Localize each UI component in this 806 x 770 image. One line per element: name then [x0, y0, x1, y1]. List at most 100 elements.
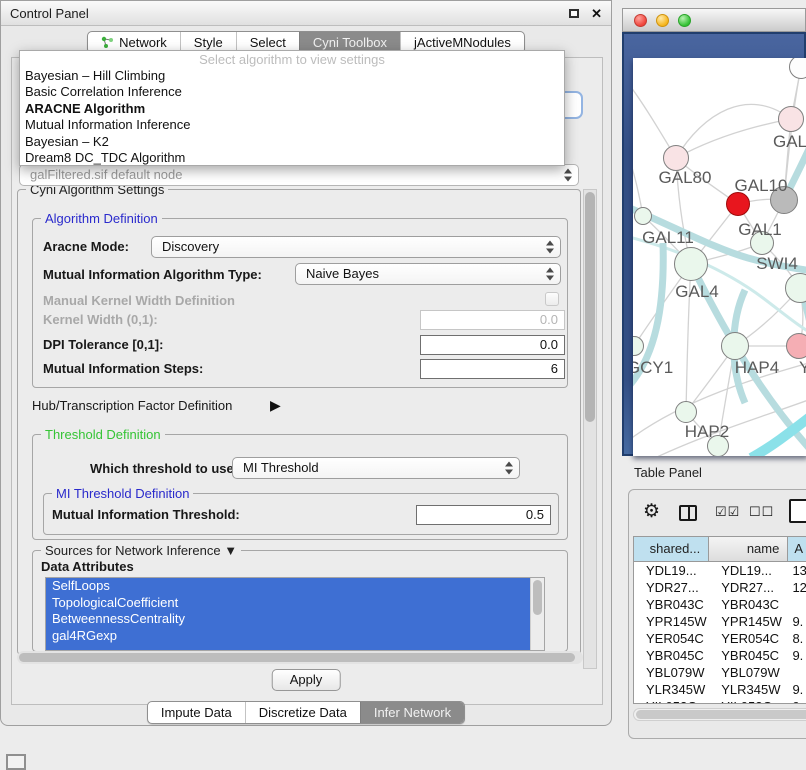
dropdown-item-dream8[interactable]: Dream8 DC_TDC Algorithm — [20, 150, 564, 166]
sources-disclosure-icon[interactable]: ▼ — [224, 543, 237, 558]
table-row[interactable]: YIL052CYIL052C9. — [634, 698, 806, 704]
unselect-all-icon[interactable]: ☐☐ — [749, 504, 774, 520]
node-label-hap2: HAP2 — [685, 422, 729, 442]
sources-group: Sources for Network Inference ▼ Data Att… — [32, 550, 568, 652]
node-label-gcy1: GCY1 — [633, 358, 673, 378]
settings-vertical-scrollbar[interactable] — [583, 189, 597, 669]
hub-definition-label: Hub/Transcription Factor Definition — [32, 398, 232, 413]
select-all-icon[interactable]: ☑☑ — [715, 504, 740, 520]
kernel-width-label: Kernel Width (0,1): — [43, 312, 158, 327]
aracne-mode-label: Aracne Mode: — [43, 239, 129, 254]
tab-discretize-data[interactable]: Discretize Data — [245, 702, 360, 723]
which-threshold-label: Which threshold to use: — [90, 461, 238, 476]
node-label-hap4: HAP4 — [735, 358, 779, 378]
dropdown-item-bayesian-hill-climbing[interactable]: Bayesian – Hill Climbing — [20, 68, 564, 84]
column-header-a[interactable]: A — [788, 537, 806, 561]
list-item-topologicalcoefficient[interactable]: TopologicalCoefficient — [46, 595, 544, 612]
minimized-panel-icon[interactable] — [6, 754, 26, 770]
file-icon[interactable] — [789, 499, 806, 523]
column-header-shared[interactable]: shared... — [634, 537, 709, 561]
network-window-titlebar — [622, 8, 806, 32]
cyni-algorithm-settings-group: Cyni Algorithm Settings Algorithm Defini… — [17, 189, 581, 655]
float-window-icon[interactable] — [569, 9, 579, 18]
node-label-swi4: SWI4 — [756, 254, 798, 274]
node-label-gal4: GAL4 — [675, 282, 718, 302]
tab-infer-network[interactable]: Infer Network — [360, 702, 464, 723]
tab-impute-data[interactable]: Impute Data — [148, 702, 245, 723]
data-attributes-label: Data Attributes — [41, 559, 134, 574]
mi-steps-field[interactable]: 6 — [420, 359, 565, 379]
minimize-traffic-light[interactable] — [656, 14, 669, 27]
kernel-width-field: 0.0 — [420, 310, 565, 330]
node-hap4[interactable] — [721, 332, 749, 360]
algorithm-definition-group: Algorithm Definition Aracne Mode: Discov… — [32, 218, 568, 388]
dpi-tolerance-label: DPI Tolerance [0,1]: — [43, 337, 163, 352]
node-hap2[interactable] — [675, 401, 697, 423]
node-table: shared... name A YDL19...YDL19...13 YDR2… — [633, 536, 806, 704]
algorithm-dropdown-popup: Select algorithm to view settings Bayesi… — [19, 50, 565, 166]
columns-icon[interactable] — [679, 505, 697, 521]
list-item-selfloops[interactable]: SelfLoops — [46, 578, 544, 595]
table-row[interactable]: YBL079WYBL079W — [634, 664, 806, 681]
table-horizontal-scrollbar[interactable] — [633, 708, 806, 721]
combo-stepper-icon — [504, 462, 513, 475]
node-label-gal-cut: GAL — [773, 132, 806, 152]
node-label-gal11: GAL11 — [642, 228, 694, 248]
close-icon[interactable]: ✕ — [591, 7, 602, 20]
dropdown-item-aracne[interactable]: ARACNE Algorithm — [20, 101, 564, 117]
network-icon — [101, 36, 114, 49]
dropdown-item-basic-correlation[interactable]: Basic Correlation Inference — [20, 84, 564, 100]
mi-threshold-label: Mutual Information Threshold: — [52, 507, 240, 522]
table-row[interactable]: YDL19...YDL19...13 — [634, 562, 806, 579]
manual-kernel-width-label: Manual Kernel Width Definition — [43, 293, 235, 308]
settings-horizontal-scrollbar[interactable] — [17, 651, 583, 664]
table-row[interactable]: YER054CYER054C8. — [634, 630, 806, 647]
which-threshold-combobox[interactable]: MI Threshold — [232, 457, 520, 479]
table-panel-box: ⚙ ☑☑ ☐☐ shared... name A YDL19...YDL19..… — [628, 489, 806, 739]
network-combobox[interactable]: galFiltered.sif default node — [19, 164, 579, 186]
network-window: GAL GAL80 GAL10 GAL11 GAL1 SWI4 GAL4 GCY… — [622, 8, 806, 456]
dpi-tolerance-field[interactable]: 0.0 — [420, 335, 565, 355]
mi-threshold-group: MI Threshold Definition Mutual Informati… — [43, 493, 559, 535]
table-row[interactable]: YLR345WYLR345W9. — [634, 681, 806, 698]
network-window-frame: GAL GAL80 GAL10 GAL11 GAL1 SWI4 GAL4 GCY… — [622, 32, 806, 456]
zoom-traffic-light[interactable] — [678, 14, 691, 27]
column-header-name[interactable]: name — [709, 537, 788, 561]
list-item-betweennesscentrality[interactable]: BetweennessCentrality — [46, 611, 544, 628]
data-attributes-list[interactable]: SelfLoops TopologicalCoefficient Between… — [45, 577, 545, 651]
list-item-gal4rgexp[interactable]: gal4RGexp — [46, 628, 544, 645]
node-gal4[interactable] — [674, 247, 708, 281]
mi-algorithm-type-label: Mutual Information Algorithm Type: — [43, 267, 262, 282]
mi-algorithm-type-combobox[interactable]: Naive Bayes — [295, 263, 561, 285]
sources-group-title: Sources for Network Inference ▼ — [41, 543, 241, 558]
algorithm-definition-title: Algorithm Definition — [41, 211, 162, 226]
manual-kernel-width-checkbox — [545, 292, 559, 306]
dropdown-item-mutual-information[interactable]: Mutual Information Inference — [20, 117, 564, 133]
table-row[interactable]: YDR27...YDR27...12 — [634, 579, 806, 596]
table-row[interactable]: YBR043CYBR043C — [634, 596, 806, 613]
combo-stepper-icon — [545, 241, 554, 254]
node-gal11[interactable] — [634, 207, 652, 225]
mi-steps-label: Mutual Information Steps: — [43, 361, 203, 376]
dropdown-item-bayesian-k2[interactable]: Bayesian – K2 — [20, 134, 564, 150]
aracne-mode-combobox[interactable]: Discovery — [151, 236, 561, 258]
table-row[interactable]: YPR145WYPR145W9. — [634, 613, 806, 630]
node-gal-cut[interactable] — [778, 106, 804, 132]
dropdown-placeholder: Select algorithm to view settings — [20, 51, 564, 68]
list-scrollbar[interactable] — [530, 578, 544, 650]
combo-stepper-icon — [563, 169, 572, 182]
node-label-gal10: GAL10 — [735, 176, 788, 196]
node-label-gal1: GAL1 — [738, 220, 781, 240]
network-canvas[interactable]: GAL GAL80 GAL10 GAL11 GAL1 SWI4 GAL4 GCY… — [633, 58, 806, 456]
threshold-definition-title: Threshold Definition — [41, 427, 165, 442]
mi-threshold-group-title: MI Threshold Definition — [52, 486, 193, 501]
hub-disclosure-icon[interactable]: ▶ — [270, 397, 281, 414]
apply-button[interactable]: Apply — [272, 669, 341, 691]
mi-threshold-field[interactable]: 0.5 — [416, 505, 551, 525]
table-panel-title: Table Panel — [634, 465, 702, 480]
gear-icon[interactable]: ⚙ — [643, 500, 660, 523]
table-row[interactable]: YBR045CYBR045C9. — [634, 647, 806, 664]
node-y-cut[interactable] — [786, 333, 806, 359]
close-traffic-light[interactable] — [634, 14, 647, 27]
combo-stepper-icon — [545, 268, 554, 281]
